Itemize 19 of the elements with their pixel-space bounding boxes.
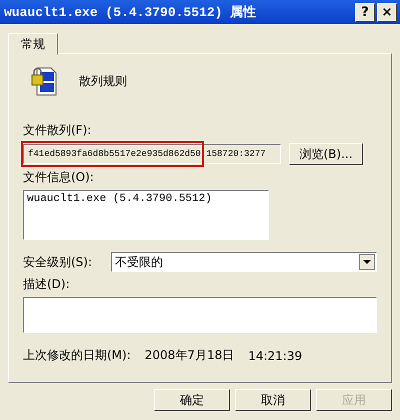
- browse-button[interactable]: 浏览(B)...: [289, 143, 363, 165]
- modified-time-text: 14:21:39: [248, 348, 302, 362]
- description-label: 描述(D):: [23, 276, 71, 293]
- security-level-dropdown[interactable]: 不受限的: [111, 252, 377, 272]
- modified-date-label: 上次修改的日期(M):: [23, 347, 131, 364]
- description-field[interactable]: [23, 297, 377, 333]
- close-button[interactable]: ×: [377, 2, 397, 22]
- dialog-button[interactable]: 确定: [154, 389, 230, 411]
- locked-binary-file-icon: [31, 66, 57, 96]
- modified-date-text: 2008年7月18日: [144, 347, 234, 364]
- file-info-field[interactable]: wuauclt1.exe (5.4.3790.5512): [23, 190, 269, 240]
- rule-type-text: 散列规则: [79, 72, 127, 90]
- file-info-label: 文件信息(O):: [23, 169, 95, 186]
- tab[interactable]: 常规: [8, 33, 58, 55]
- security-level-label: 安全级别(S):: [23, 254, 94, 270]
- window-title: wuauclt1.exe (5.4.3790.5512) 属性: [4, 4, 258, 21]
- help-button[interactable]: ?: [355, 2, 375, 22]
- file-hash-label: 文件散列(F):: [23, 122, 92, 139]
- dialog-button[interactable]: 取消: [235, 389, 311, 411]
